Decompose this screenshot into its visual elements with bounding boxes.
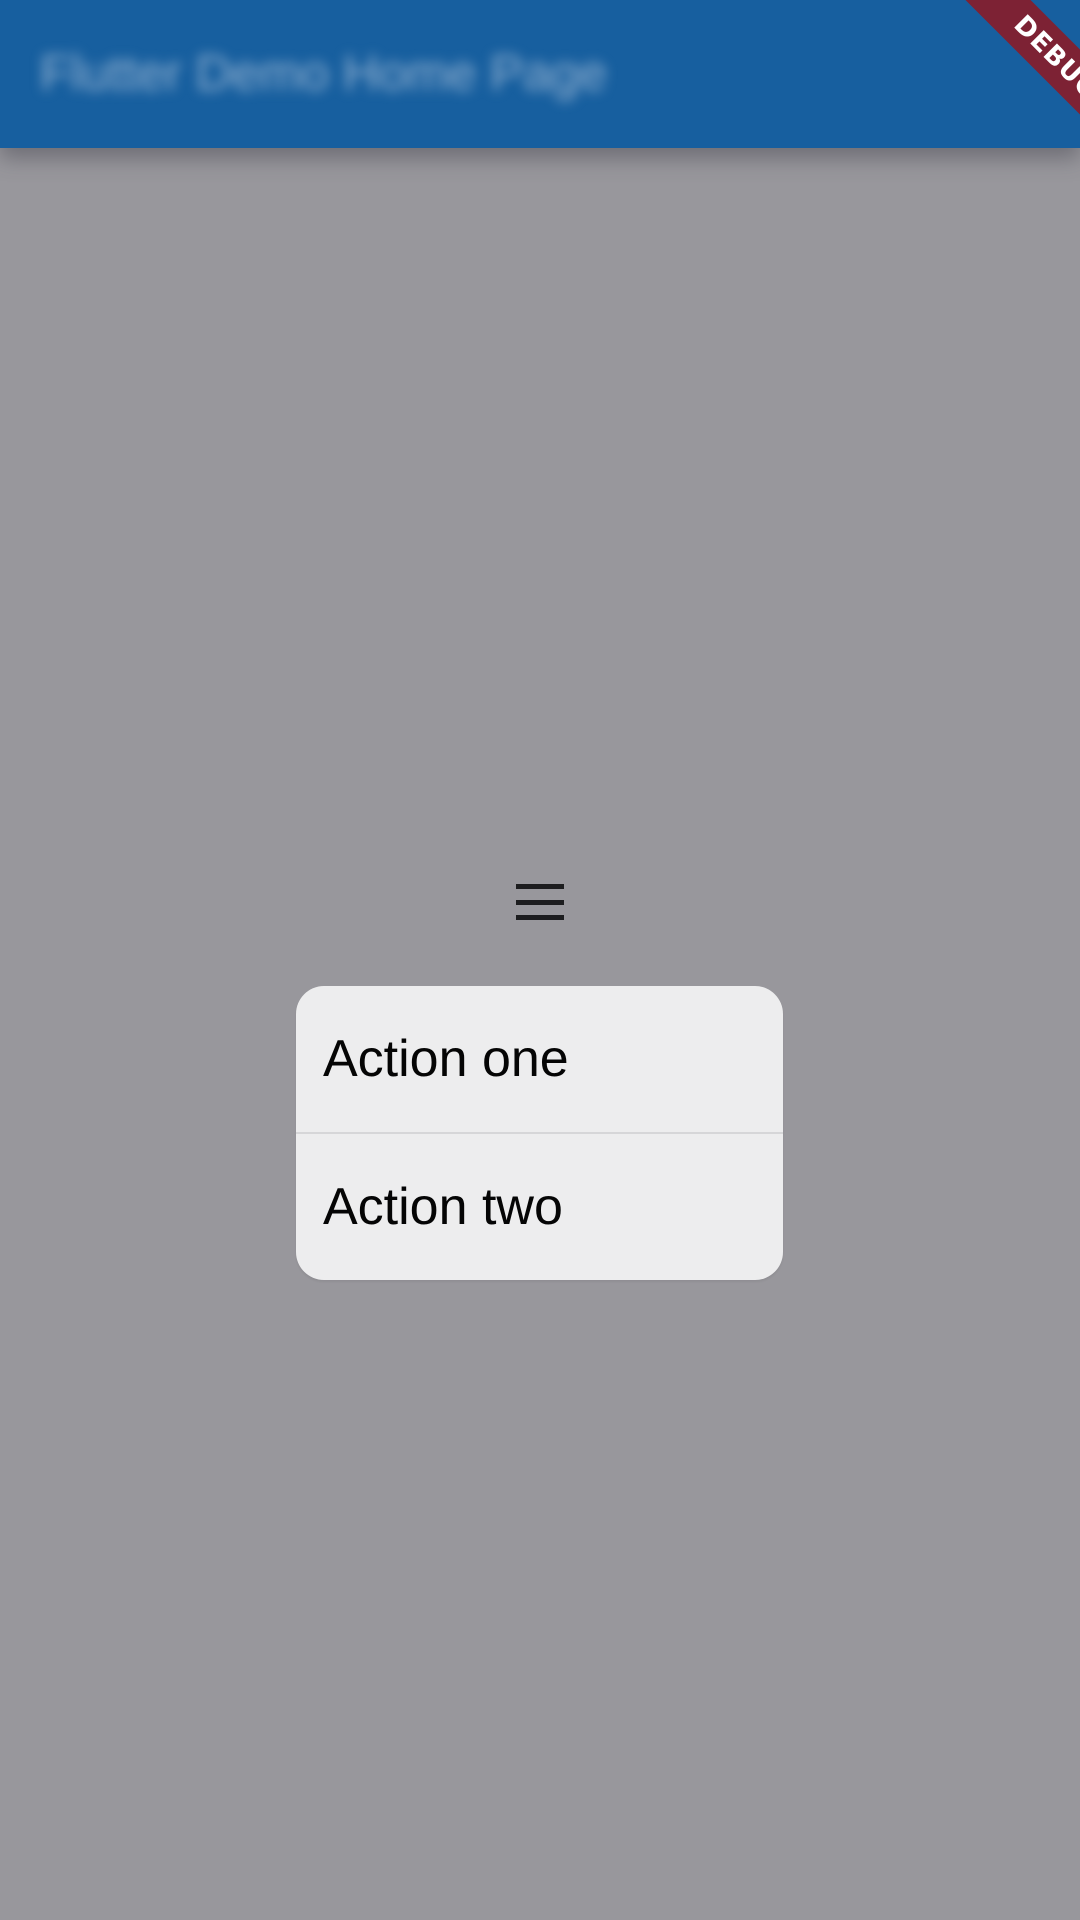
menu-icon-bar-top — [516, 884, 564, 889]
action-one-button[interactable]: Action one — [296, 986, 783, 1132]
app-bar: Flutter Demo Home Page — [0, 0, 1080, 148]
debug-banner: DEBUG — [947, 0, 1080, 150]
action-sheet: Action one Action two — [296, 986, 783, 1280]
menu-icon-bar-bottom — [516, 915, 564, 920]
debug-banner-container: DEBUG — [930, 0, 1080, 150]
menu-icon[interactable] — [516, 884, 564, 920]
app-bar-title: Flutter Demo Home Page — [40, 45, 607, 101]
action-two-button[interactable]: Action two — [296, 1134, 783, 1280]
menu-icon-bar-middle — [516, 899, 564, 905]
screen: Flutter Demo Home Page DEBUG Action one … — [0, 0, 1080, 1920]
